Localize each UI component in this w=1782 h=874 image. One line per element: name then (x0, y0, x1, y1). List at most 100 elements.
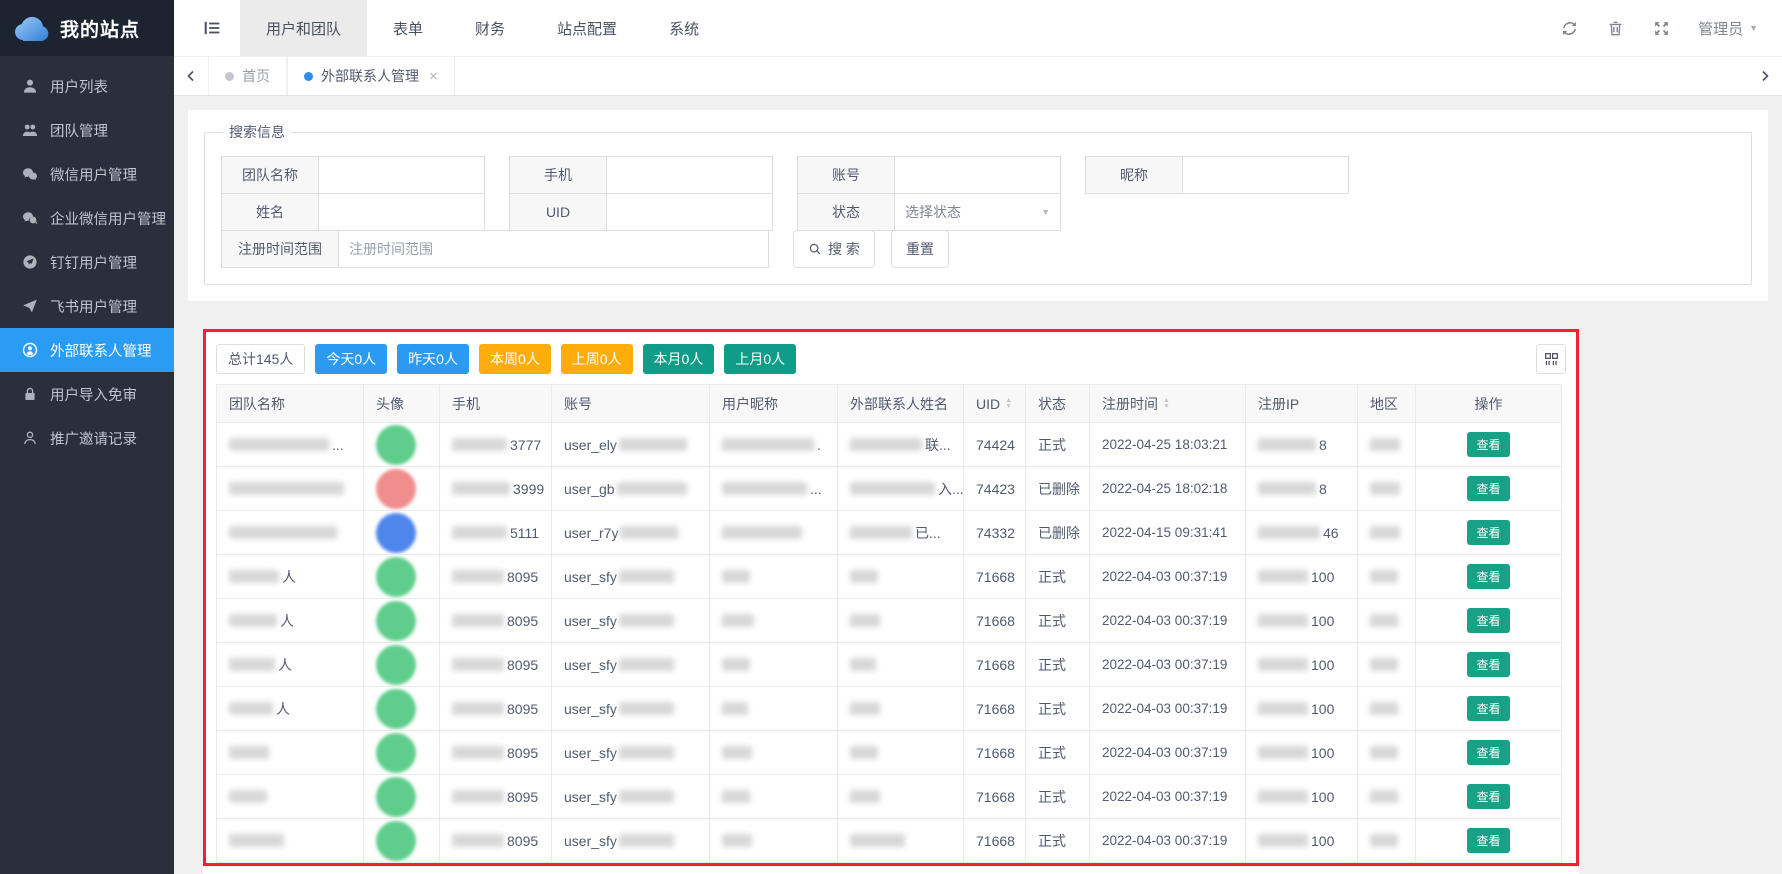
sidebar-item-user-import-audit[interactable]: 用户导入免审 (0, 372, 174, 416)
sidebar-item-wechat-work-users[interactable]: 企业微信用户管理 (0, 196, 174, 240)
cell-nickname (710, 643, 838, 686)
avatar (376, 513, 416, 553)
nav-item-users-teams[interactable]: 用户和团队 (240, 0, 367, 56)
view-button[interactable]: 查看 (1467, 740, 1509, 765)
redacted-nickname (722, 746, 752, 759)
tabs-scroll-right-icon[interactable] (1748, 57, 1782, 95)
cell-reg-ip: 100 (1246, 643, 1358, 686)
field-status: 状态 选择状态 ▼ (797, 193, 1061, 231)
tabs-scroll-left-icon[interactable] (174, 57, 208, 95)
stat-this-month[interactable]: 本月0人 (643, 344, 715, 374)
view-button[interactable]: 查看 (1467, 828, 1509, 853)
view-button[interactable]: 查看 (1467, 652, 1509, 677)
stat-last-week[interactable]: 上周0人 (561, 344, 633, 374)
col-header-uid[interactable]: UID ▲▼ (964, 385, 1026, 422)
stat-today[interactable]: 今天0人 (315, 344, 387, 374)
fullscreen-icon[interactable] (1642, 9, 1680, 47)
brand: 我的站点 (0, 0, 174, 56)
nav-item-forms[interactable]: 表单 (367, 0, 449, 56)
redacted-team-name (229, 702, 273, 715)
user-icon (22, 78, 38, 94)
nickname-input[interactable] (1183, 156, 1349, 194)
redacted-ip (1258, 746, 1308, 759)
sidebar-item-external-contacts[interactable]: 外部联系人管理 (0, 328, 174, 372)
account-input[interactable] (895, 156, 1061, 194)
redacted-phone (452, 614, 504, 627)
table-body: ... 3777 user_ely (216, 423, 1562, 863)
field-account: 账号 (797, 156, 1061, 194)
stat-last-month[interactable]: 上月0人 (724, 344, 796, 374)
redacted-account (620, 526, 678, 539)
view-button[interactable]: 查看 (1467, 608, 1509, 633)
nav-item-site-config[interactable]: 站点配置 (531, 0, 643, 56)
redacted-ip (1258, 702, 1308, 715)
view-button[interactable]: 查看 (1467, 696, 1509, 721)
sidebar-item-promo-invites[interactable]: 推广邀请记录 (0, 416, 174, 460)
sidebar-item-user-list[interactable]: 用户列表 (0, 64, 174, 108)
nav-item-finance[interactable]: 财务 (449, 0, 531, 56)
stat-yesterday[interactable]: 昨天0人 (397, 344, 469, 374)
name-input[interactable] (319, 193, 485, 231)
team-name-input[interactable] (319, 156, 485, 194)
view-button[interactable]: 查看 (1467, 784, 1509, 809)
regtime-range-input[interactable] (339, 230, 769, 268)
collapse-menu-icon[interactable] (184, 0, 240, 56)
redacted-account (619, 570, 674, 583)
table-row: 人 8095 user_sfy (216, 687, 1562, 731)
sidebar: 我的站点 用户列表 团队管理 微信用户管理 (0, 0, 174, 874)
view-button[interactable]: 查看 (1467, 564, 1509, 589)
cell-uid: 71668 (964, 687, 1026, 730)
sidebar-item-team-mgmt[interactable]: 团队管理 (0, 108, 174, 152)
table-row: 8095 user_sfy (216, 819, 1562, 863)
cell-nickname: . (710, 423, 838, 466)
cell-reg-time: 2022-04-03 00:37:19 (1090, 687, 1246, 730)
sidebar-item-wechat-users[interactable]: 微信用户管理 (0, 152, 174, 196)
cell-team-name (216, 731, 364, 774)
phone-input[interactable] (607, 156, 773, 194)
admin-dropdown[interactable]: 管理员 ▼ (1688, 18, 1758, 39)
redacted-nickname (722, 658, 750, 671)
col-header-reg-time[interactable]: 注册时间 ▲▼ (1090, 385, 1246, 422)
cell-team-name: 人 (216, 643, 364, 686)
stat-total[interactable]: 总计145人 (216, 344, 305, 374)
redacted-team-name (229, 614, 277, 627)
nav-item-system[interactable]: 系统 (643, 0, 725, 56)
redacted-phone (452, 790, 504, 803)
redacted-ip (1258, 526, 1320, 539)
sidebar-item-feishu-users[interactable]: 飞书用户管理 (0, 284, 174, 328)
status-select[interactable]: 选择状态 ▼ (895, 193, 1061, 231)
cell-phone: 3999 (440, 467, 552, 510)
search-panel-title: 搜索信息 (223, 122, 291, 142)
contact-circle-icon (22, 342, 38, 358)
trash-icon[interactable] (1596, 9, 1634, 47)
stat-this-week[interactable]: 本周0人 (479, 344, 551, 374)
view-button[interactable]: 查看 (1467, 520, 1509, 545)
tab-external-contacts[interactable]: 外部联系人管理 × (287, 57, 455, 95)
view-button[interactable]: 查看 (1467, 476, 1509, 501)
view-button[interactable]: 查看 (1467, 432, 1509, 457)
sort-carets-icon[interactable]: ▲▼ (1005, 398, 1012, 410)
tab-home[interactable]: 首页 (208, 57, 287, 95)
uid-input[interactable] (607, 193, 773, 231)
cell-action: 查看 (1416, 423, 1562, 466)
redacted-contact-name (850, 658, 876, 671)
col-header-phone: 手机 (440, 385, 552, 422)
cell-region (1358, 599, 1416, 642)
redacted-ip (1258, 570, 1308, 583)
redacted-nickname (722, 482, 807, 495)
sort-carets-icon[interactable]: ▲▼ (1163, 398, 1170, 410)
cell-team-name: 人 (216, 599, 364, 642)
reset-button[interactable]: 重置 (891, 230, 949, 268)
search-panel: 搜索信息 团队名称 手机 账号 (188, 110, 1768, 301)
sidebar-item-dingtalk-users[interactable]: 钉钉用户管理 (0, 240, 174, 284)
cell-account: user_sfy (552, 643, 710, 686)
redacted-region (1370, 438, 1400, 451)
search-button[interactable]: 搜 索 (793, 230, 875, 268)
cell-account: user_sfy (552, 687, 710, 730)
close-icon[interactable]: × (429, 68, 438, 85)
redacted-phone (452, 702, 504, 715)
refresh-icon[interactable] (1550, 9, 1588, 47)
redacted-contact-name (850, 614, 880, 627)
cell-uid: 74332 (964, 511, 1026, 554)
column-settings-icon[interactable] (1536, 344, 1566, 374)
